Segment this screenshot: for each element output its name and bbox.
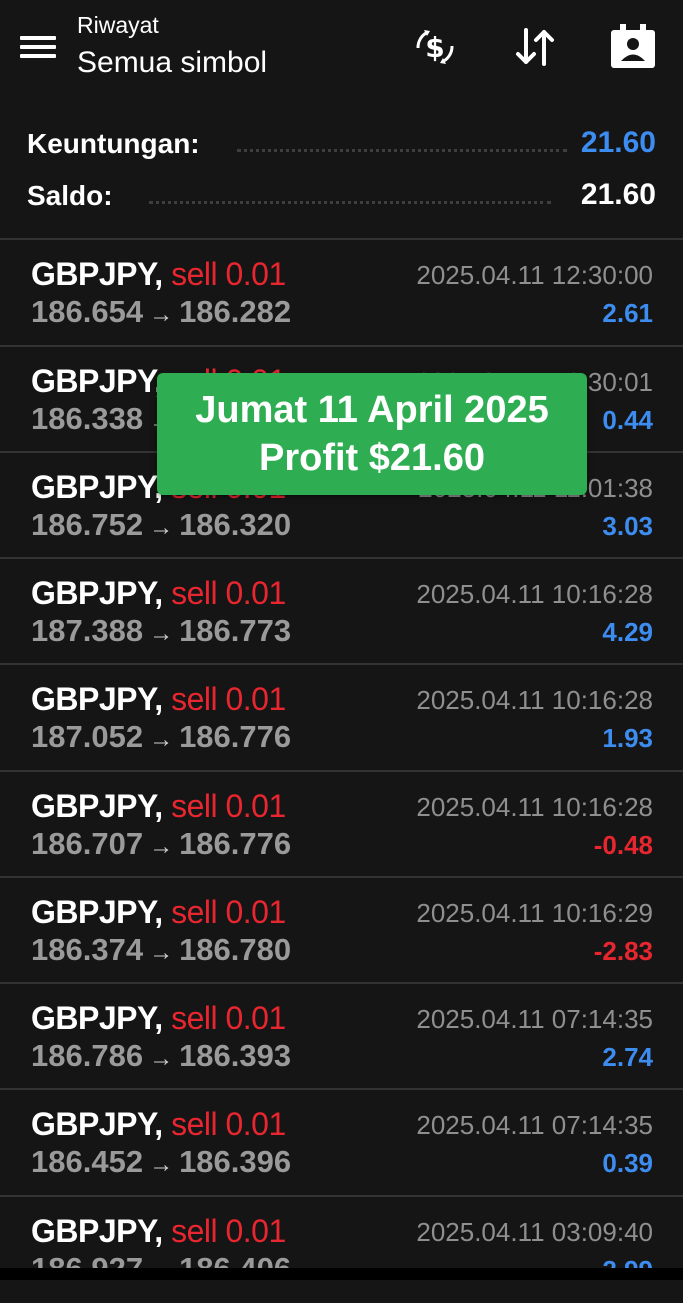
trade-side: sell 0.01 <box>171 1000 286 1036</box>
trade-time: 2025.04.11 10:16:28 <box>416 792 653 822</box>
close-price: 186.776 <box>179 826 292 861</box>
trade-profit: 2.74 <box>602 1042 653 1072</box>
balance-label: Saldo: <box>27 180 113 211</box>
open-price: 186.707 <box>31 826 144 861</box>
trade-time: 2025.04.11 10:16:28 <box>416 579 653 609</box>
balance-value: 21.60 <box>580 178 656 211</box>
page-title[interactable]: Semua simbol <box>77 46 267 80</box>
close-price: 186.396 <box>179 1144 292 1179</box>
trade-row[interactable]: GBPJPY, sell 0.01 186.654 → 186.282 2025.0… <box>0 238 683 346</box>
profit-row: Keuntungan: 21.60 <box>27 122 656 162</box>
trade-profit: 2.61 <box>602 298 653 328</box>
close-price: 186.776 <box>179 719 292 754</box>
trade-profit: 4.29 <box>602 617 653 647</box>
trade-symbol: GBPJPY, <box>31 1106 163 1142</box>
arrow-right-icon: → <box>149 833 174 860</box>
arrow-right-icon: → <box>149 620 174 647</box>
top-app-bar: Riwayat Semua simbol $ <box>0 0 683 110</box>
trade-row[interactable]: GBPJPY, sell 0.01 186.786 → 186.393 2025.0… <box>0 982 683 1090</box>
banner-profit: Profit $21.60 <box>259 437 485 479</box>
trade-row[interactable]: GBPJPY, sell 0.01 187.388 → 186.773 2025.0… <box>0 557 683 665</box>
svg-text:$: $ <box>425 31 444 64</box>
close-price: 186.780 <box>179 932 292 967</box>
trade-row[interactable]: GBPJPY, sell 0.01 186.452 → 186.396 2025.0… <box>0 1088 683 1196</box>
profit-overlay-banner: Jumat 11 April 2025 Profit $21.60 <box>157 373 587 495</box>
profit-label: Keuntungan: <box>27 128 200 159</box>
open-price: 186.654 <box>31 294 144 329</box>
open-price: 186.374 <box>31 932 144 967</box>
trade-profit: 3.03 <box>602 511 653 541</box>
menu-icon[interactable] <box>20 34 56 60</box>
dotted-leader <box>149 201 551 204</box>
trade-symbol: GBPJPY, <box>31 681 163 717</box>
trade-symbol: GBPJPY, <box>31 469 163 505</box>
currency-exchange-icon[interactable]: $ <box>410 22 460 72</box>
open-price: 186.452 <box>31 1144 144 1179</box>
trade-time: 2025.04.11 03:09:40 <box>416 1217 653 1247</box>
close-price: 186.393 <box>179 1038 292 1073</box>
arrow-right-icon: → <box>149 301 174 328</box>
trade-symbol: GBPJPY, <box>31 894 163 930</box>
trade-profit: -0.48 <box>593 830 653 860</box>
dotted-leader <box>237 149 567 152</box>
open-price: 187.052 <box>31 719 144 754</box>
trade-symbol: GBPJPY, <box>31 575 163 611</box>
arrow-right-icon: → <box>149 514 174 541</box>
trade-profit: 0.44 <box>602 405 653 435</box>
close-price: 186.320 <box>179 507 292 542</box>
bottom-edge <box>0 1268 683 1280</box>
trade-symbol: GBPJPY, <box>31 256 163 292</box>
trade-time: 2025.04.11 10:16:29 <box>416 898 653 928</box>
trade-symbol: GBPJPY, <box>31 1213 163 1249</box>
trade-symbol: GBPJPY, <box>31 363 163 399</box>
close-price: 186.282 <box>179 294 292 329</box>
open-price: 186.752 <box>31 507 144 542</box>
trade-time: 2025.04.11 10:16:28 <box>416 685 653 715</box>
trade-time: 2025.04.11 07:14:35 <box>416 1110 653 1140</box>
trade-side: sell 0.01 <box>171 788 286 824</box>
trade-profit: 1.93 <box>602 723 653 753</box>
profit-value: 21.60 <box>580 126 656 159</box>
trade-row[interactable]: GBPJPY, sell 0.01 186.927→186.406 2025.0… <box>0 1195 683 1303</box>
trade-side: sell 0.01 <box>171 681 286 717</box>
arrow-right-icon: → <box>149 1045 174 1072</box>
trade-profit: 0.39 <box>602 1148 653 1178</box>
open-price: 187.388 <box>31 613 144 648</box>
trade-side: sell 0.01 <box>171 575 286 611</box>
open-price: 186.338 <box>31 401 144 436</box>
trade-time: 2025.04.11 12:30:00 <box>416 260 653 290</box>
open-price: 186.786 <box>31 1038 144 1073</box>
balance-row: Saldo: 21.60 <box>27 174 656 214</box>
trade-row[interactable]: GBPJPY, sell 0.01 186.707 → 186.776 2025.0… <box>0 770 683 878</box>
trade-time: 2025.04.11 07:14:35 <box>416 1004 653 1034</box>
account-summary: Keuntungan: 21.60 Saldo: 21.60 <box>0 118 683 238</box>
trade-row[interactable]: GBPJPY, sell 0.01 186.374 → 186.780 2025.0… <box>0 876 683 984</box>
trade-profit: -2.83 <box>593 936 653 966</box>
calendar-contact-icon[interactable] <box>608 22 658 72</box>
banner-date: Jumat 11 April 2025 <box>195 389 549 431</box>
trade-side: sell 0.01 <box>171 256 286 292</box>
trade-side: sell 0.01 <box>171 1106 286 1142</box>
trade-row[interactable]: GBPJPY, sell 0.01 187.052 → 186.776 2025.0… <box>0 663 683 771</box>
arrow-right-icon: → <box>149 1151 174 1178</box>
page-subtitle: Riwayat <box>77 12 159 38</box>
trade-symbol: GBPJPY, <box>31 1000 163 1036</box>
arrow-right-icon: → <box>149 726 174 753</box>
trade-side: sell 0.01 <box>171 1213 286 1249</box>
arrow-right-icon: → <box>149 939 174 966</box>
close-price: 186.773 <box>179 613 292 648</box>
trade-symbol: GBPJPY, <box>31 788 163 824</box>
sort-icon[interactable] <box>510 22 560 72</box>
trade-side: sell 0.01 <box>171 894 286 930</box>
